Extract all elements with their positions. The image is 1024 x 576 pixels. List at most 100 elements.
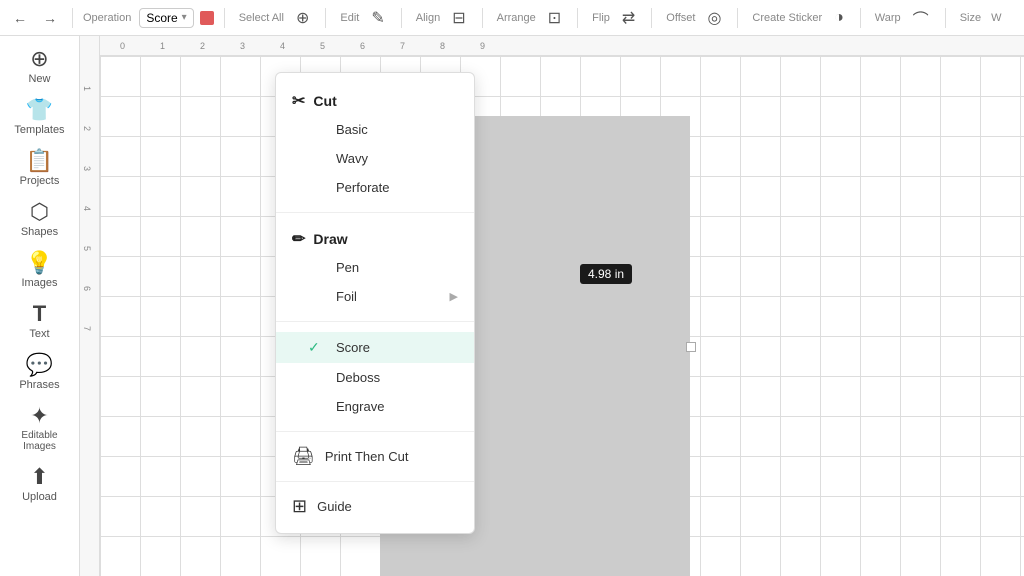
ruler-vertical: 1 2 3 4 5 6 7 bbox=[80, 36, 100, 576]
ruler-vtick-2: 2 bbox=[82, 126, 92, 131]
chevron-down-icon: ▾ bbox=[182, 12, 187, 23]
score-check-icon: ✓ bbox=[308, 339, 328, 356]
create-sticker-label: Create Sticker bbox=[752, 12, 822, 24]
sidebar-label-images: Images bbox=[21, 277, 57, 289]
ruler-tick-8: 8 bbox=[440, 41, 445, 51]
text-icon: T bbox=[33, 303, 46, 325]
align-label: Align bbox=[416, 12, 440, 24]
ruler-vtick-6: 6 bbox=[82, 286, 92, 291]
sidebar-label-new: New bbox=[28, 73, 50, 85]
ruler-vtick-7: 7 bbox=[82, 326, 92, 331]
edit-icon[interactable]: ✎ bbox=[369, 6, 386, 30]
toolbar-separator-9 bbox=[860, 8, 861, 28]
sidebar-label-projects: Projects bbox=[20, 175, 60, 187]
ruler-tick-7: 7 bbox=[400, 41, 405, 51]
arrange-label: Arrange bbox=[497, 12, 536, 24]
toolbar-actions: Select All ⊕ Edit ✎ Align ⊟ Arrange ⊡ Fl… bbox=[239, 4, 1002, 32]
flip-label: Flip bbox=[592, 12, 610, 24]
sidebar-label-templates: Templates bbox=[14, 124, 64, 136]
ruler-vtick-5: 5 bbox=[82, 246, 92, 251]
toolbar-separator-10 bbox=[945, 8, 946, 28]
sidebar-item-shapes[interactable]: ⬡ Shapes bbox=[0, 193, 79, 244]
redo-button[interactable]: → bbox=[38, 7, 62, 29]
sidebar-label-upload: Upload bbox=[22, 491, 57, 503]
divider-3 bbox=[276, 431, 474, 432]
ruler-tick-0: 0 bbox=[120, 41, 125, 51]
pen-icon: ✏ bbox=[292, 229, 305, 249]
sidebar-item-text[interactable]: T Text bbox=[0, 295, 79, 346]
ruler-vtick-3: 3 bbox=[82, 166, 92, 171]
foil-arrow-icon: ▶ bbox=[450, 290, 458, 303]
operation-label: Operation bbox=[83, 12, 131, 24]
ruler-horizontal: 0 1 2 3 4 5 6 7 8 9 bbox=[80, 36, 1024, 56]
scissors-icon: ✂ bbox=[292, 91, 305, 111]
canvas-grid: 4.98 in bbox=[100, 56, 1024, 576]
size-value: W bbox=[991, 12, 1001, 24]
ruler-tick-5: 5 bbox=[320, 41, 325, 51]
toolbar-separator-5 bbox=[482, 8, 483, 28]
toolbar-separator-3 bbox=[325, 8, 326, 28]
divider-2 bbox=[276, 321, 474, 322]
ruler-tick-4: 4 bbox=[280, 41, 285, 51]
print-icon: 🖨 bbox=[292, 446, 315, 467]
create-sticker-icon[interactable]: ◑ bbox=[832, 7, 846, 29]
menu-section-cut: ✂ Cut Basic Wavy Perforate bbox=[276, 81, 474, 206]
sidebar-label-text: Text bbox=[29, 328, 49, 340]
resize-handle[interactable] bbox=[686, 342, 696, 352]
offset-icon[interactable]: ◎ bbox=[705, 6, 723, 30]
sidebar-item-images[interactable]: 💡 Images bbox=[0, 244, 79, 295]
operation-select[interactable]: Score ▾ bbox=[139, 8, 193, 28]
undo-button[interactable]: ← bbox=[8, 7, 32, 29]
images-icon: 💡 bbox=[26, 252, 53, 274]
projects-icon: 📋 bbox=[26, 150, 53, 172]
menu-item-foil[interactable]: Foil ▶ bbox=[276, 282, 474, 311]
sidebar: ⊕ New 👕 Templates 📋 Projects ⬡ Shapes 💡 … bbox=[0, 36, 80, 576]
sidebar-item-phrases[interactable]: 💬 Phrases bbox=[0, 346, 79, 397]
offset-label: Offset bbox=[666, 12, 695, 24]
upload-icon: ⬆ bbox=[30, 466, 48, 488]
ruler-tick-6: 6 bbox=[360, 41, 365, 51]
warp-label: Warp bbox=[875, 12, 901, 24]
menu-item-guide[interactable]: ⊞ Guide bbox=[276, 488, 474, 525]
select-all-label: Select All bbox=[239, 12, 284, 24]
main-area: ⊕ New 👕 Templates 📋 Projects ⬡ Shapes 💡 … bbox=[0, 36, 1024, 576]
menu-item-print-then-cut[interactable]: 🖨 Print Then Cut bbox=[276, 438, 474, 475]
sidebar-item-upload[interactable]: ⬆ Upload bbox=[0, 458, 79, 509]
color-swatch[interactable] bbox=[200, 11, 214, 25]
sidebar-item-templates[interactable]: 👕 Templates bbox=[0, 91, 79, 142]
arrange-icon[interactable]: ⊡ bbox=[546, 6, 563, 30]
cut-header: ✂ Cut bbox=[276, 85, 474, 115]
edit-label: Edit bbox=[340, 12, 359, 24]
menu-section-draw: ✏ Draw Pen Foil ▶ bbox=[276, 219, 474, 315]
menu-item-wavy[interactable]: Wavy bbox=[276, 144, 474, 173]
phrases-icon: 💬 bbox=[26, 354, 53, 376]
toolbar-separator-1 bbox=[72, 8, 73, 28]
draw-header: ✏ Draw bbox=[276, 223, 474, 253]
sidebar-label-phrases: Phrases bbox=[19, 379, 59, 391]
menu-section-score: ✓ Score Deboss Engrave bbox=[276, 328, 474, 425]
divider-4 bbox=[276, 481, 474, 482]
menu-item-deboss[interactable]: Deboss bbox=[276, 363, 474, 392]
shapes-icon: ⬡ bbox=[30, 201, 49, 223]
warp-icon[interactable]: ⌒ bbox=[911, 4, 931, 32]
flip-icon[interactable]: ⇄ bbox=[620, 6, 637, 30]
menu-item-score[interactable]: ✓ Score bbox=[276, 332, 474, 363]
align-icon[interactable]: ⊟ bbox=[450, 6, 467, 30]
editable-images-icon: ✦ bbox=[30, 405, 48, 427]
toolbar-separator-6 bbox=[577, 8, 578, 28]
canvas-area[interactable]: 0 1 2 3 4 5 6 7 8 9 1 2 3 4 5 6 7 4.98 i… bbox=[80, 36, 1024, 576]
menu-item-basic[interactable]: Basic bbox=[276, 115, 474, 144]
sidebar-item-projects[interactable]: 📋 Projects bbox=[0, 142, 79, 193]
menu-item-pen[interactable]: Pen bbox=[276, 253, 474, 282]
sidebar-label-editable-images: Editable Images bbox=[4, 430, 75, 452]
menu-item-perforate[interactable]: Perforate bbox=[276, 173, 474, 202]
guide-icon: ⊞ bbox=[292, 496, 307, 517]
sidebar-item-new[interactable]: ⊕ New bbox=[0, 40, 79, 91]
select-all-icon[interactable]: ⊕ bbox=[294, 6, 311, 30]
operation-dropdown: ✂ Cut Basic Wavy Perforate bbox=[275, 72, 475, 534]
sidebar-item-editable-images[interactable]: ✦ Editable Images bbox=[0, 397, 79, 458]
dimension-tooltip: 4.98 in bbox=[580, 264, 632, 284]
menu-item-engrave[interactable]: Engrave bbox=[276, 392, 474, 421]
ruler-tick-2: 2 bbox=[200, 41, 205, 51]
templates-icon: 👕 bbox=[26, 99, 53, 121]
